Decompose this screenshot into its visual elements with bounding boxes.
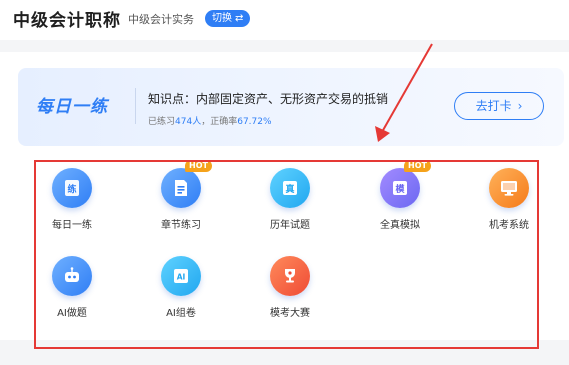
computer-icon [489, 168, 529, 208]
tool-mock-contest[interactable]: 模考大赛 [254, 256, 326, 334]
tool-label: 章节练习 [161, 220, 201, 231]
robot-icon [52, 256, 92, 296]
mock-exam-icon: 模 [380, 168, 420, 208]
exam-paper-icon: 真 [270, 168, 310, 208]
document-icon [161, 168, 201, 208]
svg-text:AI: AI [177, 273, 186, 282]
chevron-right-icon: › [517, 99, 523, 113]
tool-past-exams[interactable]: 真 历年试题 [254, 168, 326, 246]
hot-badge: HOT [185, 160, 212, 172]
tool-ai-paper[interactable]: AI AI组卷 [145, 256, 217, 334]
daily-practice-logo: 每日一练 [36, 97, 108, 117]
tool-chapter-practice[interactable]: HOT 章节练习 [145, 160, 217, 246]
tool-label: 历年试题 [270, 220, 310, 231]
ai-paper-icon: AI [161, 256, 201, 296]
tool-label: 每日一练 [52, 220, 92, 231]
svg-text:真: 真 [285, 183, 294, 195]
accuracy-rate: 67.72% [237, 117, 272, 127]
tool-computer-exam[interactable]: 机考系统 [473, 168, 545, 246]
knowledge-point: 知识点：内部固定资产、无形资产交易的抵销 [148, 92, 389, 106]
tool-label: 全真模拟 [380, 220, 420, 231]
stats-prefix: 已练习 [148, 117, 176, 127]
stats-mid: ，正确率 [201, 117, 238, 127]
practice-stats: 已练习474人，正确率67.72% [148, 114, 272, 127]
tool-label: 模考大赛 [270, 308, 310, 319]
tool-mock-exam[interactable]: 模 HOT 全真模拟 [364, 160, 436, 246]
daily-practice-banner[interactable]: 每日一练 知识点：内部固定资产、无形资产交易的抵销 已练习474人，正确率67.… [18, 68, 564, 146]
tool-ai-practice[interactable]: AI做题 [36, 256, 108, 334]
trophy-icon [270, 256, 310, 296]
tool-label: AI做题 [57, 308, 87, 319]
tool-label: 机考系统 [489, 220, 529, 231]
tool-daily-practice[interactable]: 练 每日一练 [36, 168, 108, 246]
switch-subject-button[interactable]: 切换 ⇄ [205, 10, 251, 27]
switch-label: 切换 [212, 13, 232, 24]
subject-name: 中级会计实务 [128, 13, 194, 26]
svg-text:练: 练 [67, 183, 76, 195]
hot-badge: HOT [404, 160, 431, 172]
daily-practice-icon: 练 [52, 168, 92, 208]
clock-in-button[interactable]: 去打卡 › [454, 92, 544, 120]
practiced-count: 474人 [175, 117, 202, 127]
page-title: 中级会计职称 [13, 11, 121, 31]
tool-label: AI组卷 [166, 308, 196, 319]
divider [135, 88, 136, 124]
svg-text:模: 模 [395, 183, 405, 195]
top-bar: 中级会计职称 中级会计实务 切换 ⇄ [0, 0, 569, 40]
clock-in-label: 去打卡 [475, 99, 512, 113]
swap-arrows-icon: ⇄ [235, 13, 244, 24]
